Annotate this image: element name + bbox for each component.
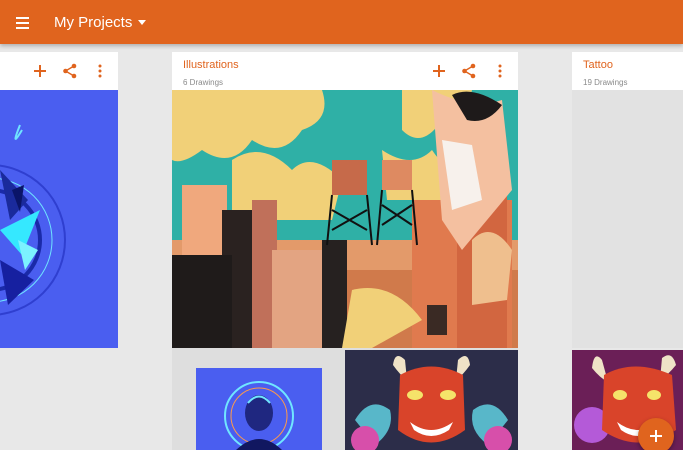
project-card-header-illustrations[interactable]: Illustrations 6 Drawings (172, 52, 518, 90)
drawing-count: 6 Drawings (183, 78, 224, 87)
share-icon[interactable] (61, 62, 79, 80)
add-icon[interactable] (430, 62, 448, 80)
project-card-header-tattoo[interactable]: Tattoo 19 Drawings (572, 52, 683, 90)
new-drawing-fab[interactable] (638, 418, 674, 450)
add-icon[interactable] (31, 62, 49, 80)
project-card-header-left[interactable] (0, 52, 118, 90)
drawing-thumbnail-city-rooftops[interactable] (172, 90, 518, 348)
project-switcher-dropdown[interactable]: My Projects (54, 0, 147, 44)
add-icon (650, 430, 662, 442)
drawing-thumbnail-oni-mask[interactable] (345, 350, 518, 450)
project-name: Tattoo (583, 59, 613, 71)
drawing-thumbnail-portrait-blue[interactable] (196, 368, 322, 450)
drawing-thumbnail-blue-abstract[interactable] (0, 90, 118, 348)
drawing-count: 19 Drawings (583, 78, 628, 87)
app-title: My Projects (54, 13, 133, 31)
project-column-tattoo (572, 90, 683, 348)
hamburger-menu-icon[interactable] (12, 12, 34, 32)
share-icon[interactable] (460, 62, 478, 80)
more-vertical-icon[interactable] (91, 62, 109, 80)
app-bar: My Projects (0, 0, 683, 44)
more-vertical-icon[interactable] (491, 62, 509, 80)
caret-down-icon (138, 19, 147, 25)
project-name: Illustrations (183, 59, 239, 71)
